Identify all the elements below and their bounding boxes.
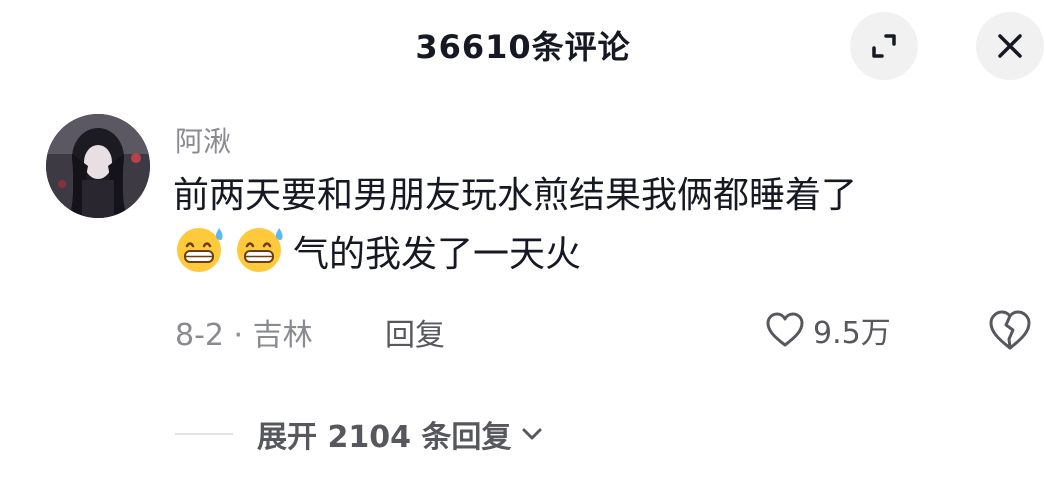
- grinning-sweat-emoji: [177, 228, 223, 272]
- divider-line: [175, 433, 233, 435]
- comment-text-line-1: 前两天要和男朋友玩水煎结果我俩都睡着了: [173, 175, 858, 216]
- comment-date-location: 8-2 · 吉林: [175, 318, 313, 353]
- expand-button[interactable]: [850, 12, 918, 80]
- broken-heart-icon[interactable]: [987, 308, 1033, 352]
- comment-text: 前两天要和男朋友玩水煎结果我俩都睡着了 气的我发了一天火: [173, 168, 1033, 283]
- username[interactable]: 阿湫: [175, 120, 231, 160]
- expand-icon: [872, 34, 896, 58]
- heart-outline-icon: [766, 312, 804, 347]
- grinning-sweat-emoji: [237, 228, 283, 272]
- chevron-down-icon: [522, 428, 542, 440]
- comment-text-line-2: 气的我发了一天火: [173, 224, 1033, 283]
- comments-header: 36610条评论: [0, 0, 1046, 100]
- avatar-image: [46, 114, 150, 218]
- expand-replies-button[interactable]: 展开 2104 条回复: [175, 410, 545, 458]
- reply-button[interactable]: 回复: [385, 310, 445, 354]
- close-button[interactable]: [976, 12, 1044, 80]
- close-icon: [998, 34, 1022, 58]
- expand-replies-label: 展开 2104 条回复: [257, 420, 512, 455]
- comment-meta-row: 8-2 · 吉林 回复 9.5万: [175, 306, 1035, 354]
- like-button[interactable]: 9.5万: [765, 306, 891, 354]
- avatar[interactable]: [46, 114, 150, 218]
- comment-text-line-2-text: 气的我发了一天火: [293, 234, 582, 275]
- like-count: 9.5万: [813, 316, 891, 351]
